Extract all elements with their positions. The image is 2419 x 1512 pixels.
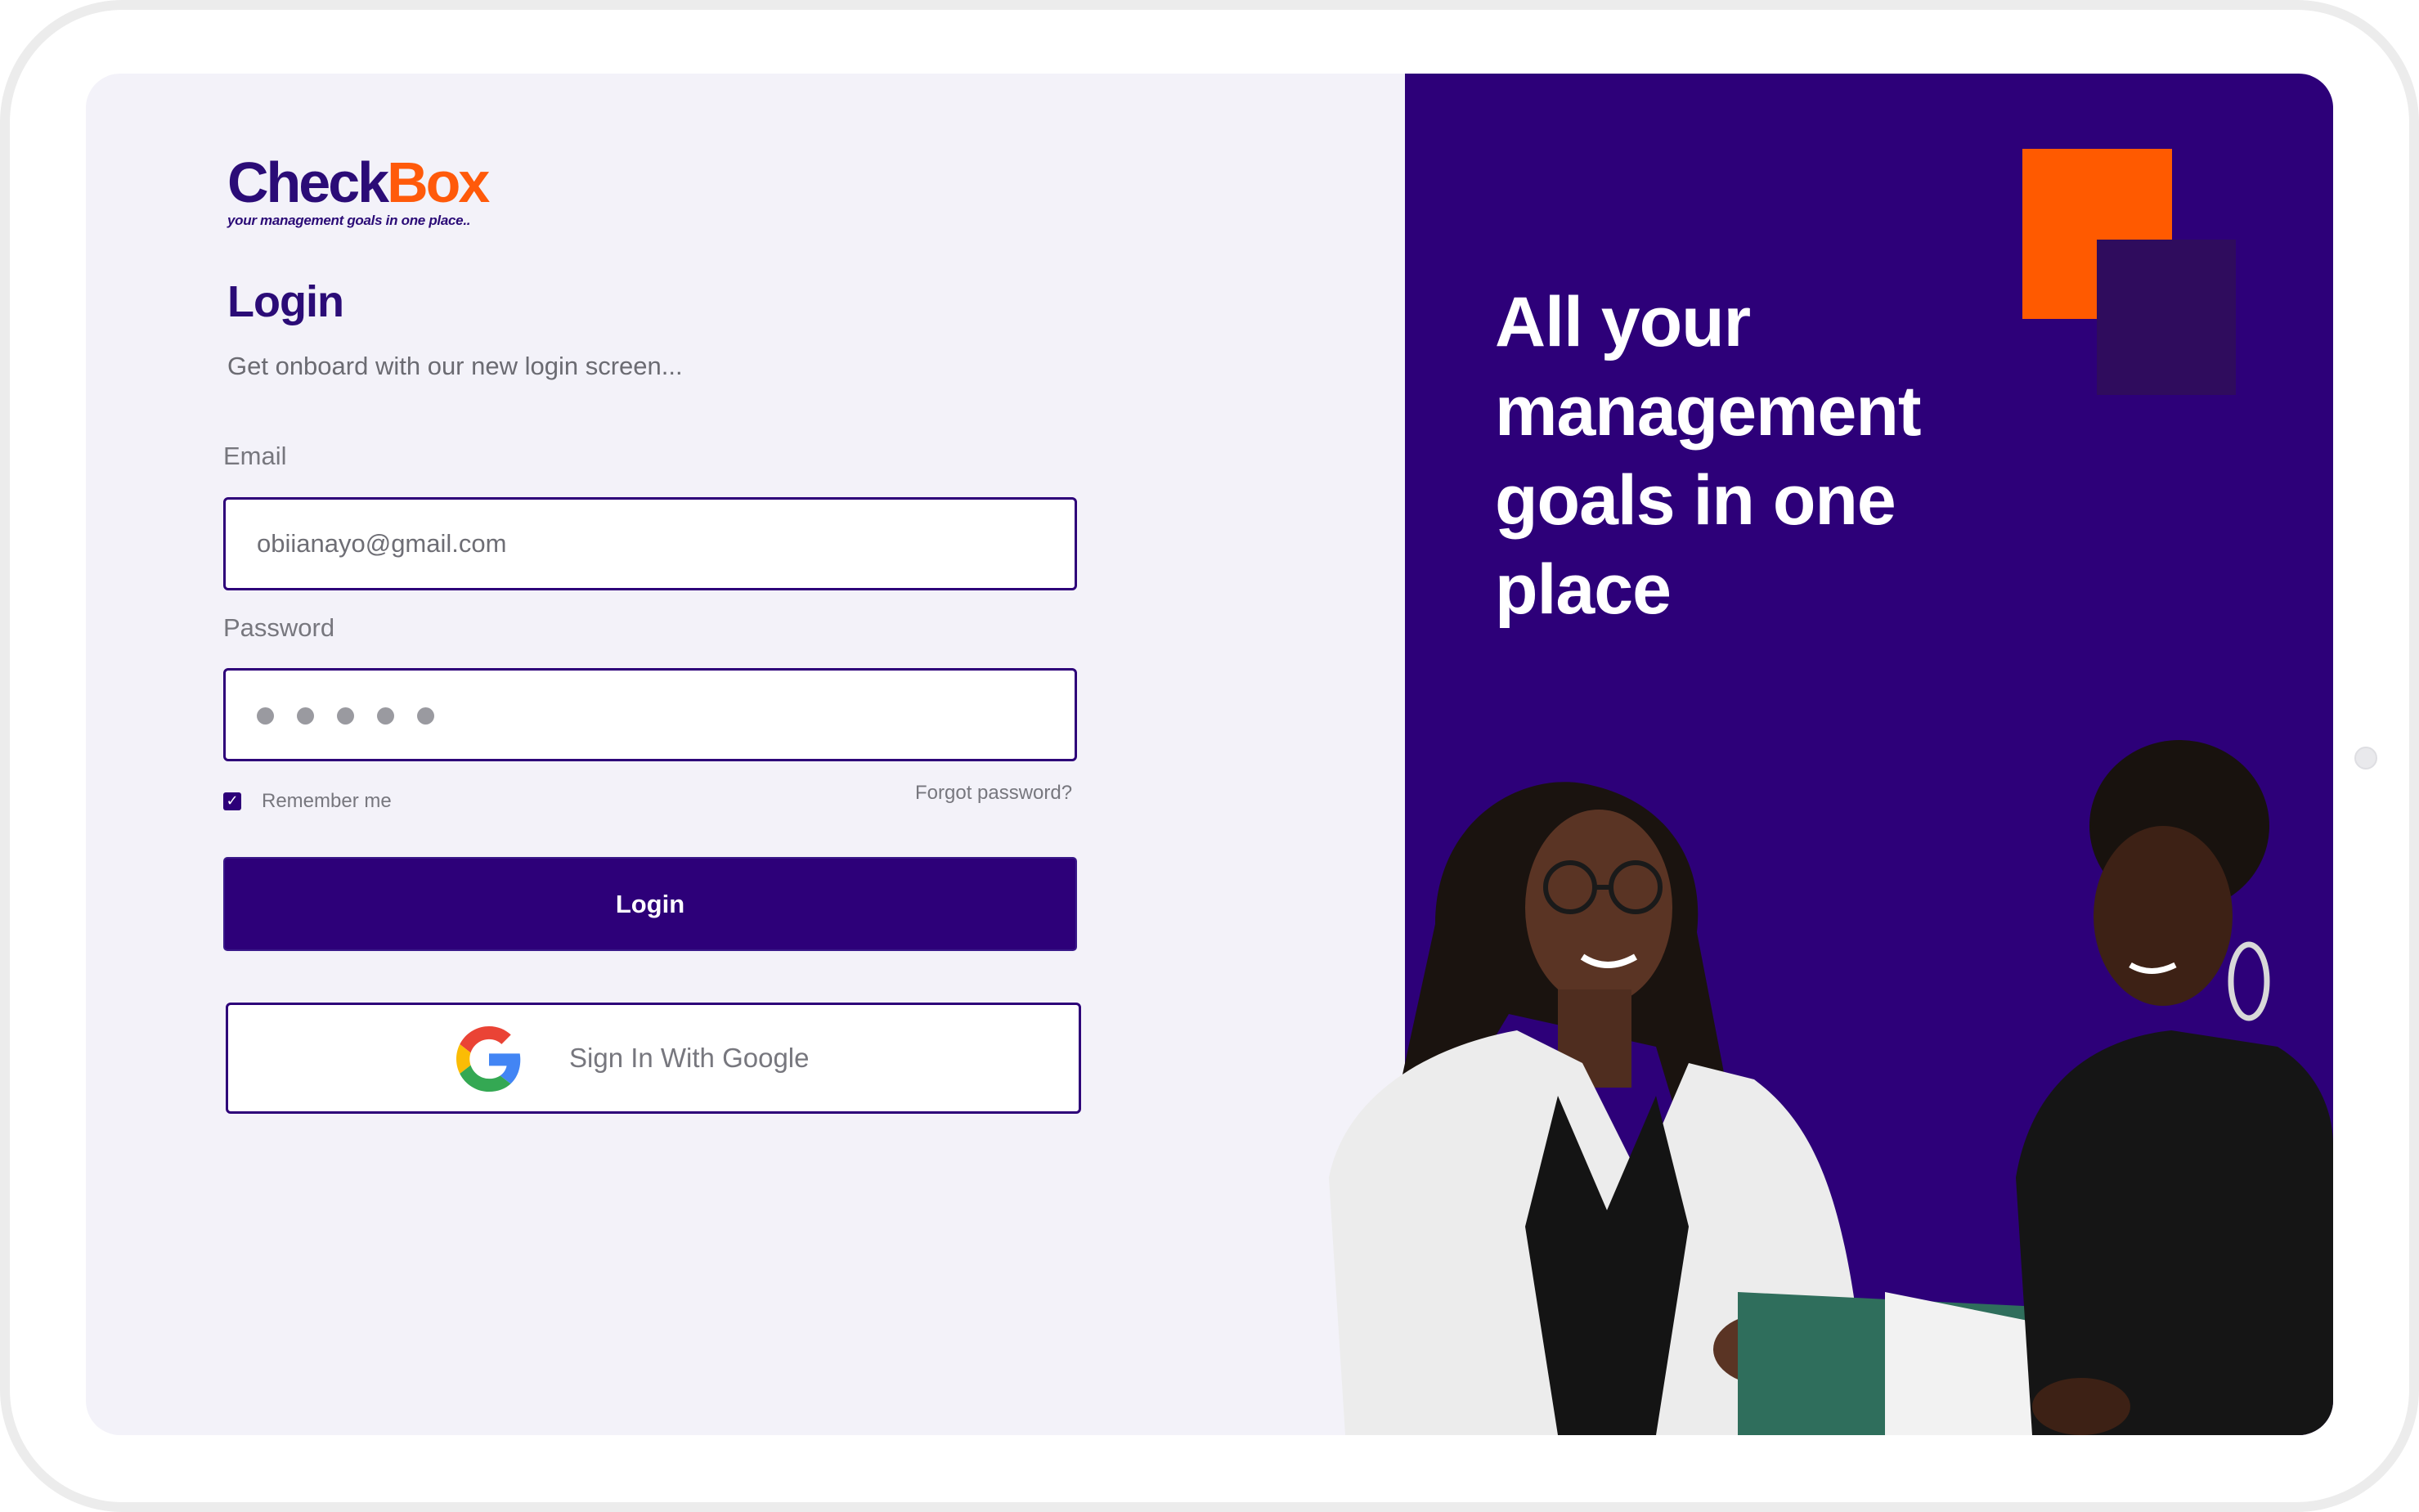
checkbox-logo: CheckBox your management goals in one pl… [227,154,490,229]
logo-wordmark: CheckBox [227,154,490,211]
logo-box-text: Box [387,150,490,214]
remember-label: Remember me [262,790,392,812]
password-dot [337,707,354,725]
google-button-label: Sign In With Google [569,1043,810,1073]
password-label: Password [223,613,335,642]
google-signin-button[interactable]: Sign In With Google [226,1003,1081,1114]
forgot-password-link[interactable]: Forgot password? [915,782,1072,805]
email-value: obiianayo@gmail.com [257,529,507,558]
page-subtitle: Get onboard with our new login screen... [227,352,683,380]
login-button[interactable]: Login [223,857,1077,951]
camera-dot [2354,747,2377,769]
password-dot [377,707,394,725]
email-field[interactable]: obiianayo@gmail.com [223,497,1077,590]
logo-tagline: your management goals in one place.. [227,213,471,228]
hero-photo-two-women [1329,740,2333,1435]
screen: CheckBox your management goals in one pl… [86,74,2333,1435]
email-label: Email [223,442,287,470]
remember-me[interactable]: ✓ Remember me [223,790,392,813]
password-field[interactable] [223,668,1077,761]
password-dot [257,707,274,725]
google-g-icon [456,1026,521,1092]
hero-headline: All your management goals in one place [1495,283,1922,629]
password-dot [297,707,314,725]
remember-checkbox[interactable]: ✓ [223,792,241,810]
password-dot [417,707,434,725]
checkmark-icon: ✓ [226,792,239,810]
page-title: Login [227,277,344,326]
dark-square-decoration [2097,240,2236,395]
password-mask [257,707,434,725]
logo-check-text: Check [227,150,389,214]
